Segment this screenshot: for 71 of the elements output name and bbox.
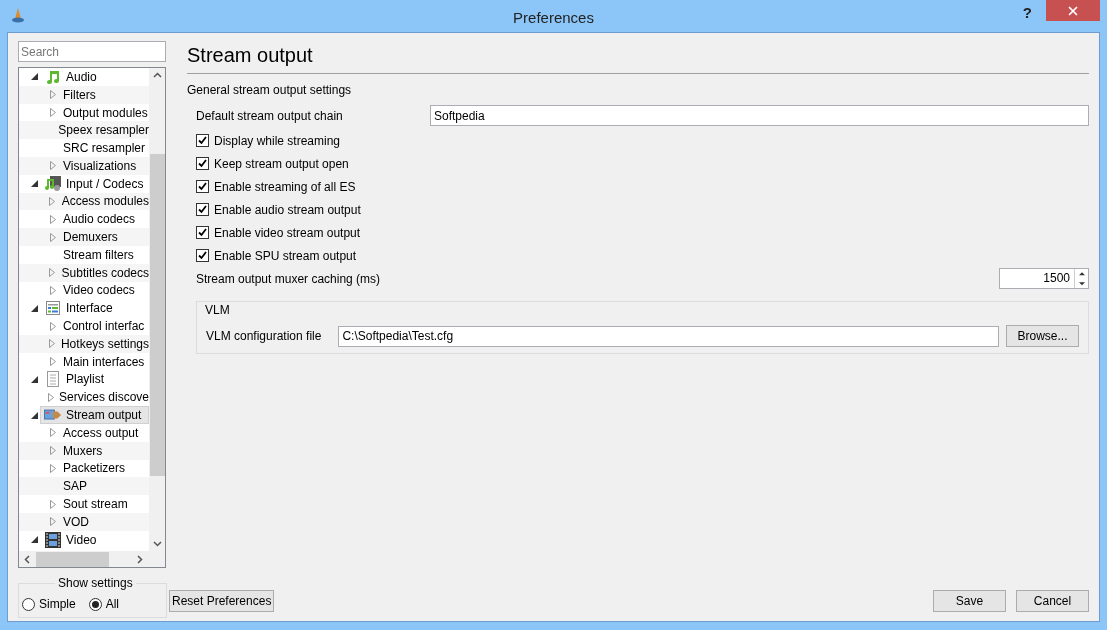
page-title: Stream output: [187, 43, 314, 68]
section-subtitle: General stream output settings: [187, 82, 353, 99]
caching-spinbox[interactable]: 1500: [999, 268, 1089, 289]
checkbox-label[interactable]: Enable audio stream output: [214, 200, 361, 219]
expanded-arrow-icon[interactable]: [30, 536, 38, 544]
checkbox-label[interactable]: Keep stream output open: [214, 154, 349, 173]
checkbox[interactable]: [196, 249, 209, 262]
checkbox[interactable]: [196, 157, 209, 170]
tree-item[interactable]: Playlist: [40, 370, 149, 389]
tree-item[interactable]: SAP: [63, 477, 87, 496]
search-field[interactable]: Search: [18, 41, 166, 62]
window-title: Preferences: [513, 8, 594, 28]
tree-item[interactable]: Video: [40, 530, 149, 549]
tree-item[interactable]: Output modules: [63, 103, 148, 122]
checkbox[interactable]: [196, 134, 209, 147]
collapsed-arrow-icon[interactable]: [50, 161, 56, 171]
field-label: Stream output muxer caching (ms): [196, 270, 382, 288]
reset-preferences-button[interactable]: Reset Preferences: [169, 590, 275, 612]
checkbox-label[interactable]: Enable streaming of all ES: [214, 177, 356, 196]
close-button[interactable]: [1046, 0, 1100, 21]
tree-item[interactable]: Audio: [40, 68, 149, 86]
expanded-arrow-icon[interactable]: [30, 180, 38, 188]
cancel-button[interactable]: Cancel: [1016, 590, 1089, 612]
expanded-arrow-icon[interactable]: [30, 73, 38, 81]
tree-item[interactable]: Video codecs: [63, 281, 135, 300]
group-title: Show settings: [55, 576, 136, 590]
cone-app-icon: [10, 7, 26, 23]
tree-item[interactable]: SRC resampler: [63, 139, 146, 158]
tree-item[interactable]: Main interfaces: [63, 352, 145, 371]
expanded-arrow-icon[interactable]: [30, 375, 38, 383]
music-note-icon: [45, 68, 61, 85]
help-button[interactable]: ?: [1022, 2, 1032, 25]
tree-item[interactable]: Stream filters: [63, 245, 134, 264]
radio-button[interactable]: [88, 597, 102, 611]
vertical-scrollbar[interactable]: [149, 68, 165, 551]
tree-item[interactable]: Input / Codecs: [40, 174, 149, 193]
tree-item[interactable]: Access output: [63, 423, 139, 442]
checkbox-label[interactable]: Enable SPU stream output: [214, 246, 357, 265]
checkbox[interactable]: [196, 226, 209, 239]
horizontal-scrollbar[interactable]: [19, 551, 165, 567]
tree-item[interactable]: VOD: [63, 512, 89, 531]
screen-arrow-icon: [44, 408, 62, 423]
tree-item[interactable]: Packetizers: [63, 459, 126, 478]
group-title: VLM: [205, 302, 231, 319]
radio-label[interactable]: All: [105, 595, 120, 613]
tree-item[interactable]: Audio codecs: [63, 210, 136, 229]
tree-item[interactable]: Control interfac: [63, 317, 145, 336]
save-button[interactable]: Save: [933, 590, 1006, 612]
expanded-arrow-icon[interactable]: [30, 304, 38, 312]
field-label: Default stream output chain: [196, 107, 344, 125]
scrollbar-thumb[interactable]: [149, 154, 165, 476]
browse-button[interactable]: Browse...: [1006, 325, 1079, 347]
vlm-file-field[interactable]: C:\Softpedia\Test.cfg: [338, 325, 999, 347]
film-gear-icon: [44, 174, 62, 193]
expanded-arrow-icon[interactable]: [30, 411, 38, 419]
window-list-icon: [45, 300, 61, 317]
tree-item[interactable]: Services discove: [58, 388, 149, 407]
stream-chain-field[interactable]: Softpedia: [430, 105, 1089, 126]
radio-button[interactable]: [22, 597, 35, 611]
scrollbar-thumb[interactable]: [36, 551, 109, 567]
tree-item[interactable]: Stream output: [40, 406, 149, 424]
radio-label[interactable]: Simple: [39, 595, 76, 613]
checkbox-label[interactable]: Enable video stream output: [214, 223, 361, 242]
collapsed-arrow-icon[interactable]: [47, 392, 54, 402]
checkbox[interactable]: [196, 180, 209, 193]
field-label: VLM configuration file: [206, 328, 322, 345]
checkbox-label[interactable]: Display while streaming: [214, 131, 341, 150]
checkbox[interactable]: [196, 203, 209, 216]
tree-item[interactable]: Interface: [40, 299, 149, 318]
film-strip-icon: [45, 531, 61, 548]
tree-item[interactable]: Sout stream: [63, 495, 128, 514]
